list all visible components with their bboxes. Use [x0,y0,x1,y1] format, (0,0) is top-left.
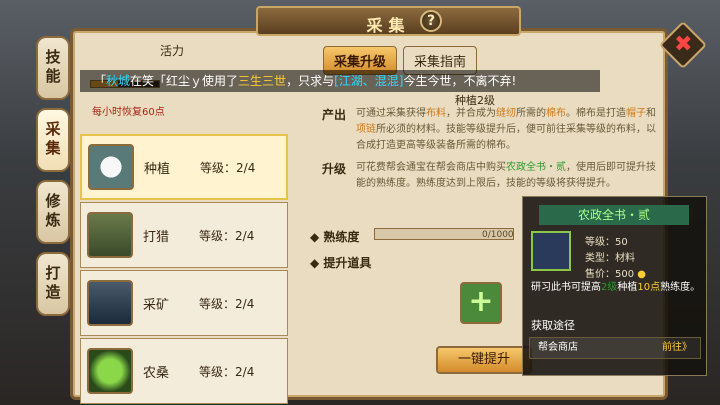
side-tab-cultivate[interactable]: 修炼 [36,180,70,244]
item-name: 种植 [144,161,171,177]
item-tooltip: 农政全书・贰 等级：50 类型：材料 售价：500 ● 研习此书可提高2级种植1… [522,196,707,376]
cotton-icon [88,144,134,190]
upgrade-text: 可花费帮会通宝在帮会商店中购买农政全书・贰，使用后即可提升技能的熟练度。熟练度达… [356,162,656,189]
broadcast-ticker: 「秋城在笑「红尘ｙ使用了三生三世，只求与[江湖、混混]今生今世，不离不弃! [80,70,600,92]
help-icon[interactable]: ? [420,10,442,32]
tooltip-source-label: 获取途径 [531,319,575,332]
item-name: 采矿 [143,297,170,313]
proficiency-value: 0/1000 [482,230,514,240]
list-item-mining[interactable]: 采矿 等级：2/4 [80,270,288,336]
output-text: 可通过采集获得布料，并合成为缝纫所需的棉布。棉布是打造帽子和项链所必须的材料。技… [356,108,656,151]
leaf-icon [87,348,133,394]
list-item-sericulture[interactable]: 农桑 等级：2/4 [80,338,288,404]
side-tab-bar: 技能 采集 修炼 打造 [36,36,70,324]
list-item-hunting[interactable]: 打猎 等级：2/4 [80,202,288,268]
tooltip-source-row[interactable]: 帮会商店 前往》 [529,337,701,359]
close-icon: ✖ [674,32,693,58]
book-slot-plus-icon[interactable]: + [460,282,502,324]
item-level: 等级：2/4 [199,228,255,243]
item-name: 打猎 [143,229,170,245]
bow-icon [87,212,133,258]
recover-text: 每小时恢复60点 [92,107,165,118]
item-name: 农桑 [143,365,170,381]
side-tab-gather[interactable]: 采集 [36,108,70,172]
item-level: 等级：2/4 [200,160,256,175]
page-title: 采集 [366,16,411,35]
book-icon [531,231,571,271]
ore-icon [87,280,133,326]
upgrade-item-label: ◆ 提升道具 [310,256,372,270]
list-item-planting[interactable]: 种植 等级：2/4 [80,134,288,200]
tooltip-level: 等级：50 [585,237,628,248]
tooltip-price: 售价：500 ● [585,269,647,280]
output-label: 产出 [322,108,347,122]
upgrade-label: 升级 [322,162,347,176]
activity-label: 活力 [160,44,185,58]
item-level: 等级：2/4 [199,296,255,311]
side-tab-forge[interactable]: 打造 [36,252,70,316]
side-tab-skills[interactable]: 技能 [36,36,70,100]
tooltip-title: 农政全书・贰 [539,205,689,225]
proficiency-label: ◆ 熟练度 [310,230,360,244]
one-click-upgrade-button[interactable]: 一键提升 [436,346,532,374]
tooltip-type: 类型：材料 [585,253,635,264]
title-bar: 采集 [256,6,521,36]
tooltip-description: 研习此书可提高2级种植10点熟练度。 [531,282,701,293]
item-level: 等级：2/4 [199,364,255,379]
goto-link[interactable]: 前往》 [662,338,692,358]
